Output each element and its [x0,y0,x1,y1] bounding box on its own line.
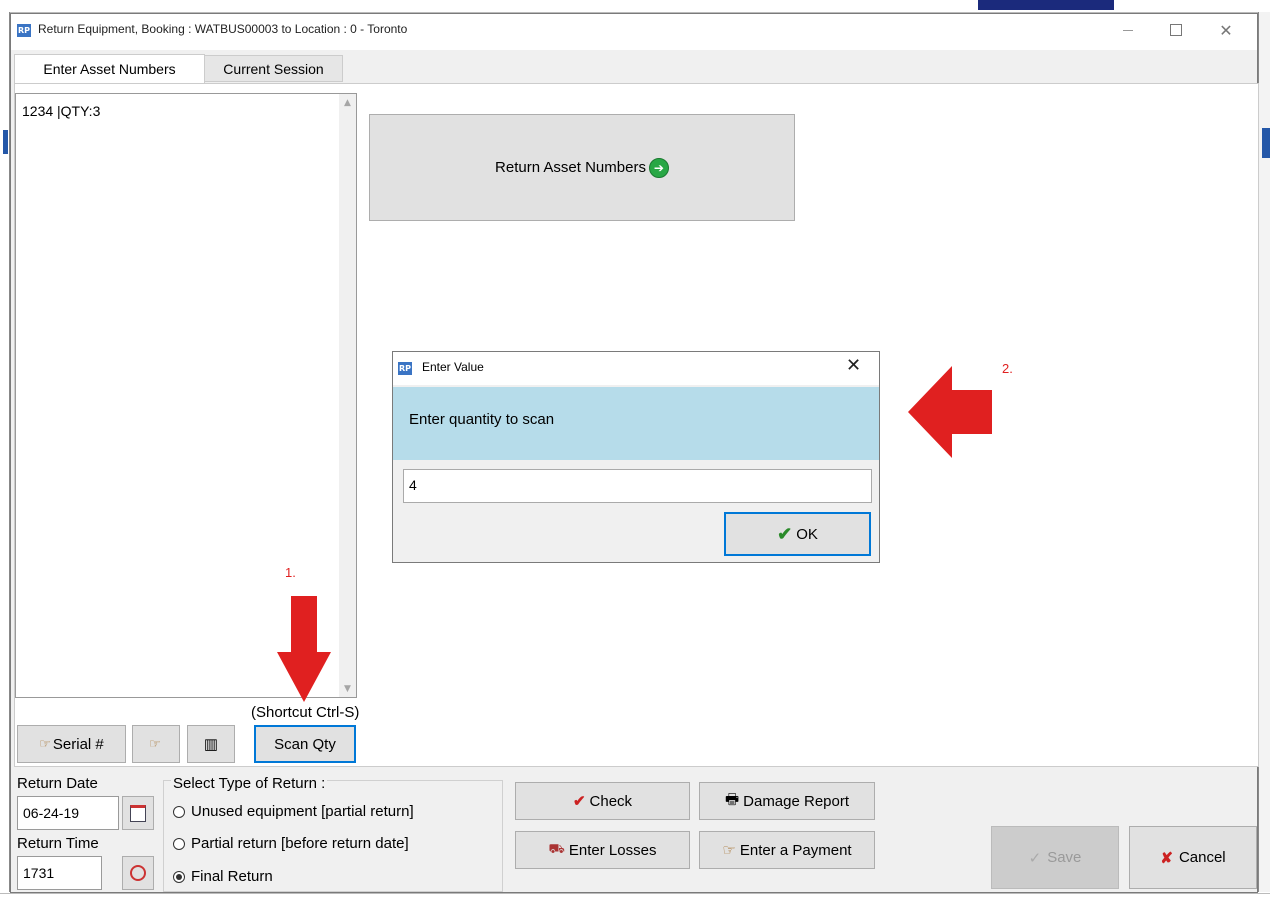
annotation-step-2: 2. [1002,361,1013,376]
vertical-scrollbar[interactable]: ▲ ▼ [339,94,356,697]
app-logo-icon: RP [17,24,31,37]
close-icon: ✕ [1219,20,1233,40]
x-icon: ✘ [1160,849,1173,867]
damage-report-button[interactable]: 🖶 Damage Report [699,782,875,820]
red-down-arrow-icon [277,596,331,702]
radio-unused-equipment[interactable]: Unused equipment [partial return] [173,803,414,820]
return-asset-numbers-button[interactable]: Return Asset Numbers ➔ [369,114,795,221]
tab-enter-asset-numbers[interactable]: Enter Asset Numbers [14,54,205,83]
radio-label: Final Return [191,868,273,885]
dialog-title-bar: RP Enter Value ✕ [393,352,879,385]
scan-qty-button[interactable]: Scan Qty [254,725,356,763]
save-button[interactable]: ✓ Save [991,826,1119,889]
serial-number-button[interactable]: ☞ Serial # [17,725,126,763]
hand-pointer-icon: ☞ [39,736,51,751]
close-button[interactable]: ✕ [1203,14,1249,46]
clock-icon [130,865,146,881]
ok-button[interactable]: ✔ OK [724,512,871,556]
calendar-icon [130,804,146,822]
dialog-banner: Enter quantity to scan [393,387,879,460]
return-time-label: Return Time [17,835,99,852]
return-date-label: Return Date [17,775,98,792]
minimize-icon [1123,29,1133,31]
close-icon[interactable]: ✕ [846,355,861,376]
enter-value-dialog: RP Enter Value ✕ Enter quantity to scan … [392,351,880,563]
background-selected-cell [978,0,1114,10]
radio-final-return[interactable]: Final Return [173,868,273,885]
checkmark-icon: ✓ [1028,849,1042,867]
list-item[interactable]: 1234 |QTY:3 [22,103,100,119]
window-title: Return Equipment, Booking : WATBUS00003 … [38,22,408,36]
tab-label: Enter Asset Numbers [43,61,176,77]
quantity-input[interactable]: 4 [403,469,872,503]
check-button[interactable]: ✔ Check [515,782,690,820]
pointer-button[interactable]: ☞ [132,725,180,763]
hand-pointer-icon: ☞ [149,736,161,751]
cancel-label: Cancel [1178,849,1226,866]
arrow-right-icon: ➔ [648,157,669,178]
save-label: Save [1047,849,1082,866]
checkmark-icon: ✔ [777,523,793,544]
radio-label: Partial return [before return date] [191,835,409,852]
radio-button[interactable] [173,805,185,818]
title-bar: RP Return Equipment, Booking : WATBUS000… [11,14,1257,50]
barcode-icon: ▥ [203,736,219,753]
damage-report-label: Damage Report [743,792,850,810]
scan-qty-label: Scan Qty [274,735,336,753]
time-button[interactable] [122,856,154,890]
enter-payment-button[interactable]: ☞ Enter a Payment [699,831,875,869]
return-type-title: Select Type of Return : [171,775,328,792]
losses-icon: ⛟ [548,841,565,856]
radio-button[interactable] [173,870,185,883]
background-right-highlight [1262,128,1270,158]
enter-losses-button[interactable]: ⛟ Enter Losses [515,831,690,869]
calendar-button[interactable] [122,796,154,830]
scroll-down-icon[interactable]: ▼ [339,680,356,697]
return-asset-numbers-label: Return Asset Numbers [495,159,646,176]
app-logo-icon: RP [398,362,412,375]
payment-icon: ☞ [722,842,736,859]
checkmark-icon: ✔ [572,793,586,810]
enter-payment-label: Enter a Payment [739,841,852,859]
tab-current-session[interactable]: Current Session [204,55,343,82]
scroll-up-icon[interactable]: ▲ [339,94,356,111]
maximize-button[interactable] [1153,14,1199,46]
return-date-field[interactable]: 06-24-19 [17,796,119,830]
serial-number-label: Serial # [52,735,104,753]
check-label: Check [589,792,633,810]
minimize-button[interactable] [1105,14,1151,46]
shortcut-hint: (Shortcut Ctrl-S) [251,704,360,721]
barcode-button[interactable]: ▥ [187,725,235,763]
radio-partial-return[interactable]: Partial return [before return date] [173,835,409,852]
background-left-highlight [3,130,8,154]
enter-losses-label: Enter Losses [568,841,657,859]
radio-label: Unused equipment [partial return] [191,803,414,820]
annotation-step-1: 1. [285,565,296,580]
dialog-prompt: Enter quantity to scan [409,411,555,428]
return-time-field[interactable]: 1731 [17,856,102,890]
red-left-arrow-icon [908,366,992,458]
ok-label: OK [796,525,818,543]
tab-label: Current Session [223,60,324,77]
cancel-button[interactable]: ✘ Cancel [1129,826,1257,889]
printer-icon: 🖶 [724,790,740,808]
dialog-title: Enter Value [422,360,484,374]
maximize-icon [1170,24,1182,36]
radio-button[interactable] [173,837,185,850]
